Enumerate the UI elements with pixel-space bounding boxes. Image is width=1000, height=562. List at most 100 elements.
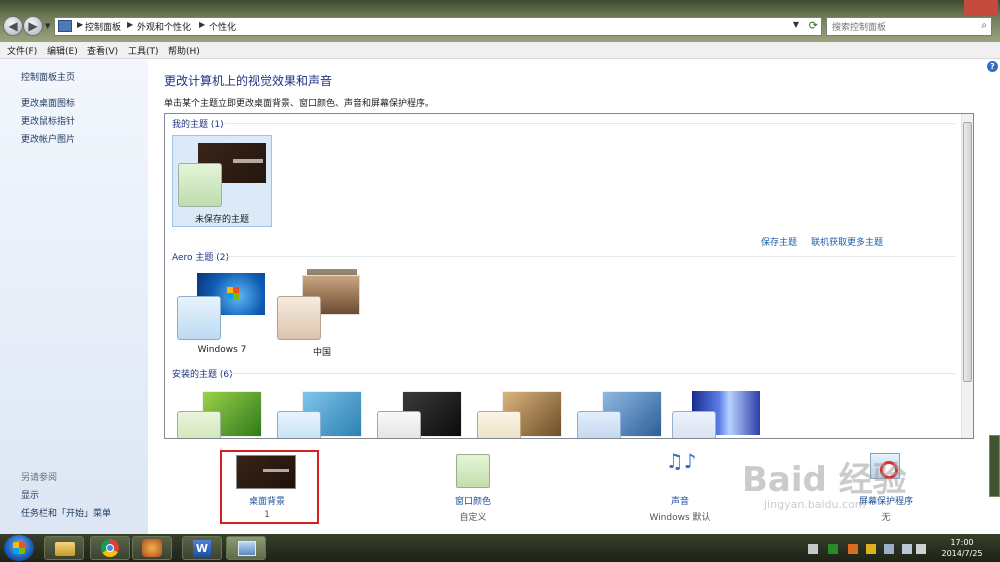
thumbnail-text-graphic [233, 159, 263, 163]
word-icon: W [193, 540, 211, 557]
search-icon[interactable]: ⌕ [981, 20, 987, 31]
taskbar-word[interactable]: W [182, 536, 222, 560]
theme-color-swatch [377, 411, 421, 438]
game-app-icon [142, 539, 162, 557]
theme-tile-installed-4[interactable] [472, 387, 572, 438]
page-description: 单击某个主题立即更改桌面背景、窗口颜色、声音和屏幕保护程序。 [164, 99, 435, 109]
refresh-icon[interactable]: ⟳ [809, 19, 818, 32]
theme-tile-installed-2[interactable] [272, 387, 372, 438]
theme-name: 中国 [312, 348, 331, 358]
theme-tile-windows7[interactable]: Windows 7 [172, 269, 272, 361]
start-button[interactable] [4, 535, 34, 561]
sounds-icon: ♫♪ [665, 449, 697, 473]
maximize-button[interactable] [936, 0, 964, 16]
desktop-scroll-indicator [989, 435, 1000, 497]
see-also-display[interactable]: 显示 [21, 488, 39, 501]
breadcrumb-control-panel[interactable]: 控制面板 [85, 20, 121, 33]
window-color-option[interactable]: 窗口颜色 自定义 [413, 449, 533, 529]
address-bar[interactable]: ▶ 控制面板 ▶ 外观和个性化 ▶ 个性化 ▼ ⟳ [54, 17, 822, 36]
menu-tools[interactable]: 工具(T) [128, 44, 159, 57]
my-themes-label: 我的主题 (1) [172, 120, 224, 130]
menu-bar: 文件(F) 编辑(E) 查看(V) 工具(T) 帮助(H) [0, 42, 1000, 59]
theme-color-swatch [178, 163, 222, 207]
close-button[interactable] [964, 0, 998, 16]
get-more-themes-link[interactable]: 联机获取更多主题 [811, 235, 883, 248]
taskbar-game-app[interactable] [132, 536, 172, 560]
tray-volume-icon[interactable] [916, 544, 926, 554]
theme-name: 未保存的主题 [194, 215, 249, 225]
highlight-box [220, 450, 319, 524]
sounds-option[interactable]: ♫♪ 声音 Windows 默认 [620, 449, 740, 529]
help-icon[interactable]: ? [987, 61, 998, 72]
tray-flag-icon[interactable] [884, 544, 894, 554]
tray-input-icon[interactable] [866, 544, 876, 554]
theme-tile-installed-5[interactable] [572, 387, 672, 438]
theme-tile-unsaved[interactable]: 未保存的主题 [172, 135, 272, 227]
clock-time: 17:00 [950, 538, 974, 547]
window-color-swatch [456, 454, 490, 488]
theme-color-swatch [177, 411, 221, 438]
tray-app-icon[interactable] [848, 544, 858, 554]
sidebar-link-desktop-icons[interactable]: 更改桌面图标 [21, 96, 75, 109]
see-also-title: 另请参阅 [21, 473, 58, 483]
scrollbar-thumb[interactable] [963, 122, 972, 382]
theme-tile-china[interactable]: 中国 [272, 269, 372, 361]
sidebar-link-account-picture[interactable]: 更改帐户图片 [21, 132, 75, 145]
tray-security-icon[interactable] [828, 544, 838, 554]
theme-list-scrollbar[interactable] [961, 114, 973, 438]
breadcrumb-personalization[interactable]: 个性化 [209, 20, 236, 33]
baidu-watermark: Baid 经验 jingyan.baidu.com [742, 452, 952, 522]
menu-view[interactable]: 查看(V) [87, 44, 118, 57]
taskbar-clock[interactable]: 17:00 2014/7/25 [928, 537, 996, 559]
sidebar-link-mouse-pointer[interactable]: 更改鼠标指针 [21, 114, 75, 127]
taskbar: W 17:00 2014/7/25 [0, 534, 1000, 562]
forward-button[interactable]: ▶ [23, 16, 43, 36]
tray-wifi-icon[interactable] [902, 544, 912, 554]
theme-tile-installed-6[interactable] [672, 387, 772, 438]
watermark-logo: Baid 经验 [742, 460, 907, 500]
window-color-label[interactable]: 窗口颜色 [413, 494, 533, 507]
installed-themes-label: 安装的主题 (6) [172, 370, 233, 380]
theme-color-swatch [277, 411, 321, 438]
sidebar-link-control-panel-home[interactable]: 控制面板主页 [21, 70, 75, 83]
breadcrumb-separator-icon: ▶ [77, 20, 84, 29]
control-panel-window: ◀ ▶ ▼ ▶ 控制面板 ▶ 外观和个性化 ▶ 个性化 ▼ ⟳ ⌕ 文件(F) … [0, 0, 1000, 534]
menu-file[interactable]: 文件(F) [7, 44, 37, 57]
theme-color-swatch [477, 411, 521, 438]
recent-pages-dropdown[interactable]: ▼ [45, 22, 53, 30]
taskbar-control-panel[interactable] [226, 536, 266, 560]
theme-tile-installed-3[interactable] [372, 387, 472, 438]
section-divider [229, 373, 955, 374]
see-also-taskbar[interactable]: 任务栏和「开始」菜单 [21, 506, 111, 519]
taskbar-chrome[interactable] [90, 536, 130, 560]
chrome-center-graphic [106, 544, 114, 552]
theme-tile-installed-1[interactable] [172, 387, 272, 438]
back-arrow-icon: ◀ [8, 19, 18, 33]
chrome-icon [101, 539, 119, 557]
control-panel-icon [238, 541, 256, 556]
save-theme-link[interactable]: 保存主题 [761, 235, 797, 248]
tray-network-icon[interactable] [808, 544, 818, 554]
address-dropdown-icon[interactable]: ▼ [793, 20, 799, 29]
section-divider [227, 256, 955, 257]
clock-date: 2014/7/25 [941, 549, 983, 558]
menu-edit[interactable]: 编辑(E) [47, 44, 78, 57]
minimize-button[interactable] [908, 0, 936, 16]
theme-color-swatch [277, 296, 321, 340]
search-input[interactable] [830, 19, 974, 36]
theme-color-swatch [672, 411, 716, 438]
theme-list: 我的主题 (1) 未保存的主题 保存主题 联机获取更多主题 Aero 主题 (2… [164, 113, 974, 439]
menu-help[interactable]: 帮助(H) [168, 44, 200, 57]
sounds-value: Windows 默认 [649, 513, 711, 523]
windows-logo-icon [13, 542, 25, 554]
watermark-url: jingyan.baidu.com [764, 498, 866, 511]
control-panel-icon [58, 20, 72, 32]
folder-icon [55, 542, 75, 556]
sounds-label[interactable]: 声音 [620, 494, 740, 507]
search-box[interactable]: ⌕ [826, 17, 992, 36]
aero-themes-label: Aero 主题 (2) [172, 253, 230, 263]
back-button[interactable]: ◀ [3, 16, 23, 36]
section-divider [225, 123, 955, 124]
breadcrumb-appearance[interactable]: 外观和个性化 [137, 20, 191, 33]
taskbar-explorer[interactable] [44, 536, 84, 560]
